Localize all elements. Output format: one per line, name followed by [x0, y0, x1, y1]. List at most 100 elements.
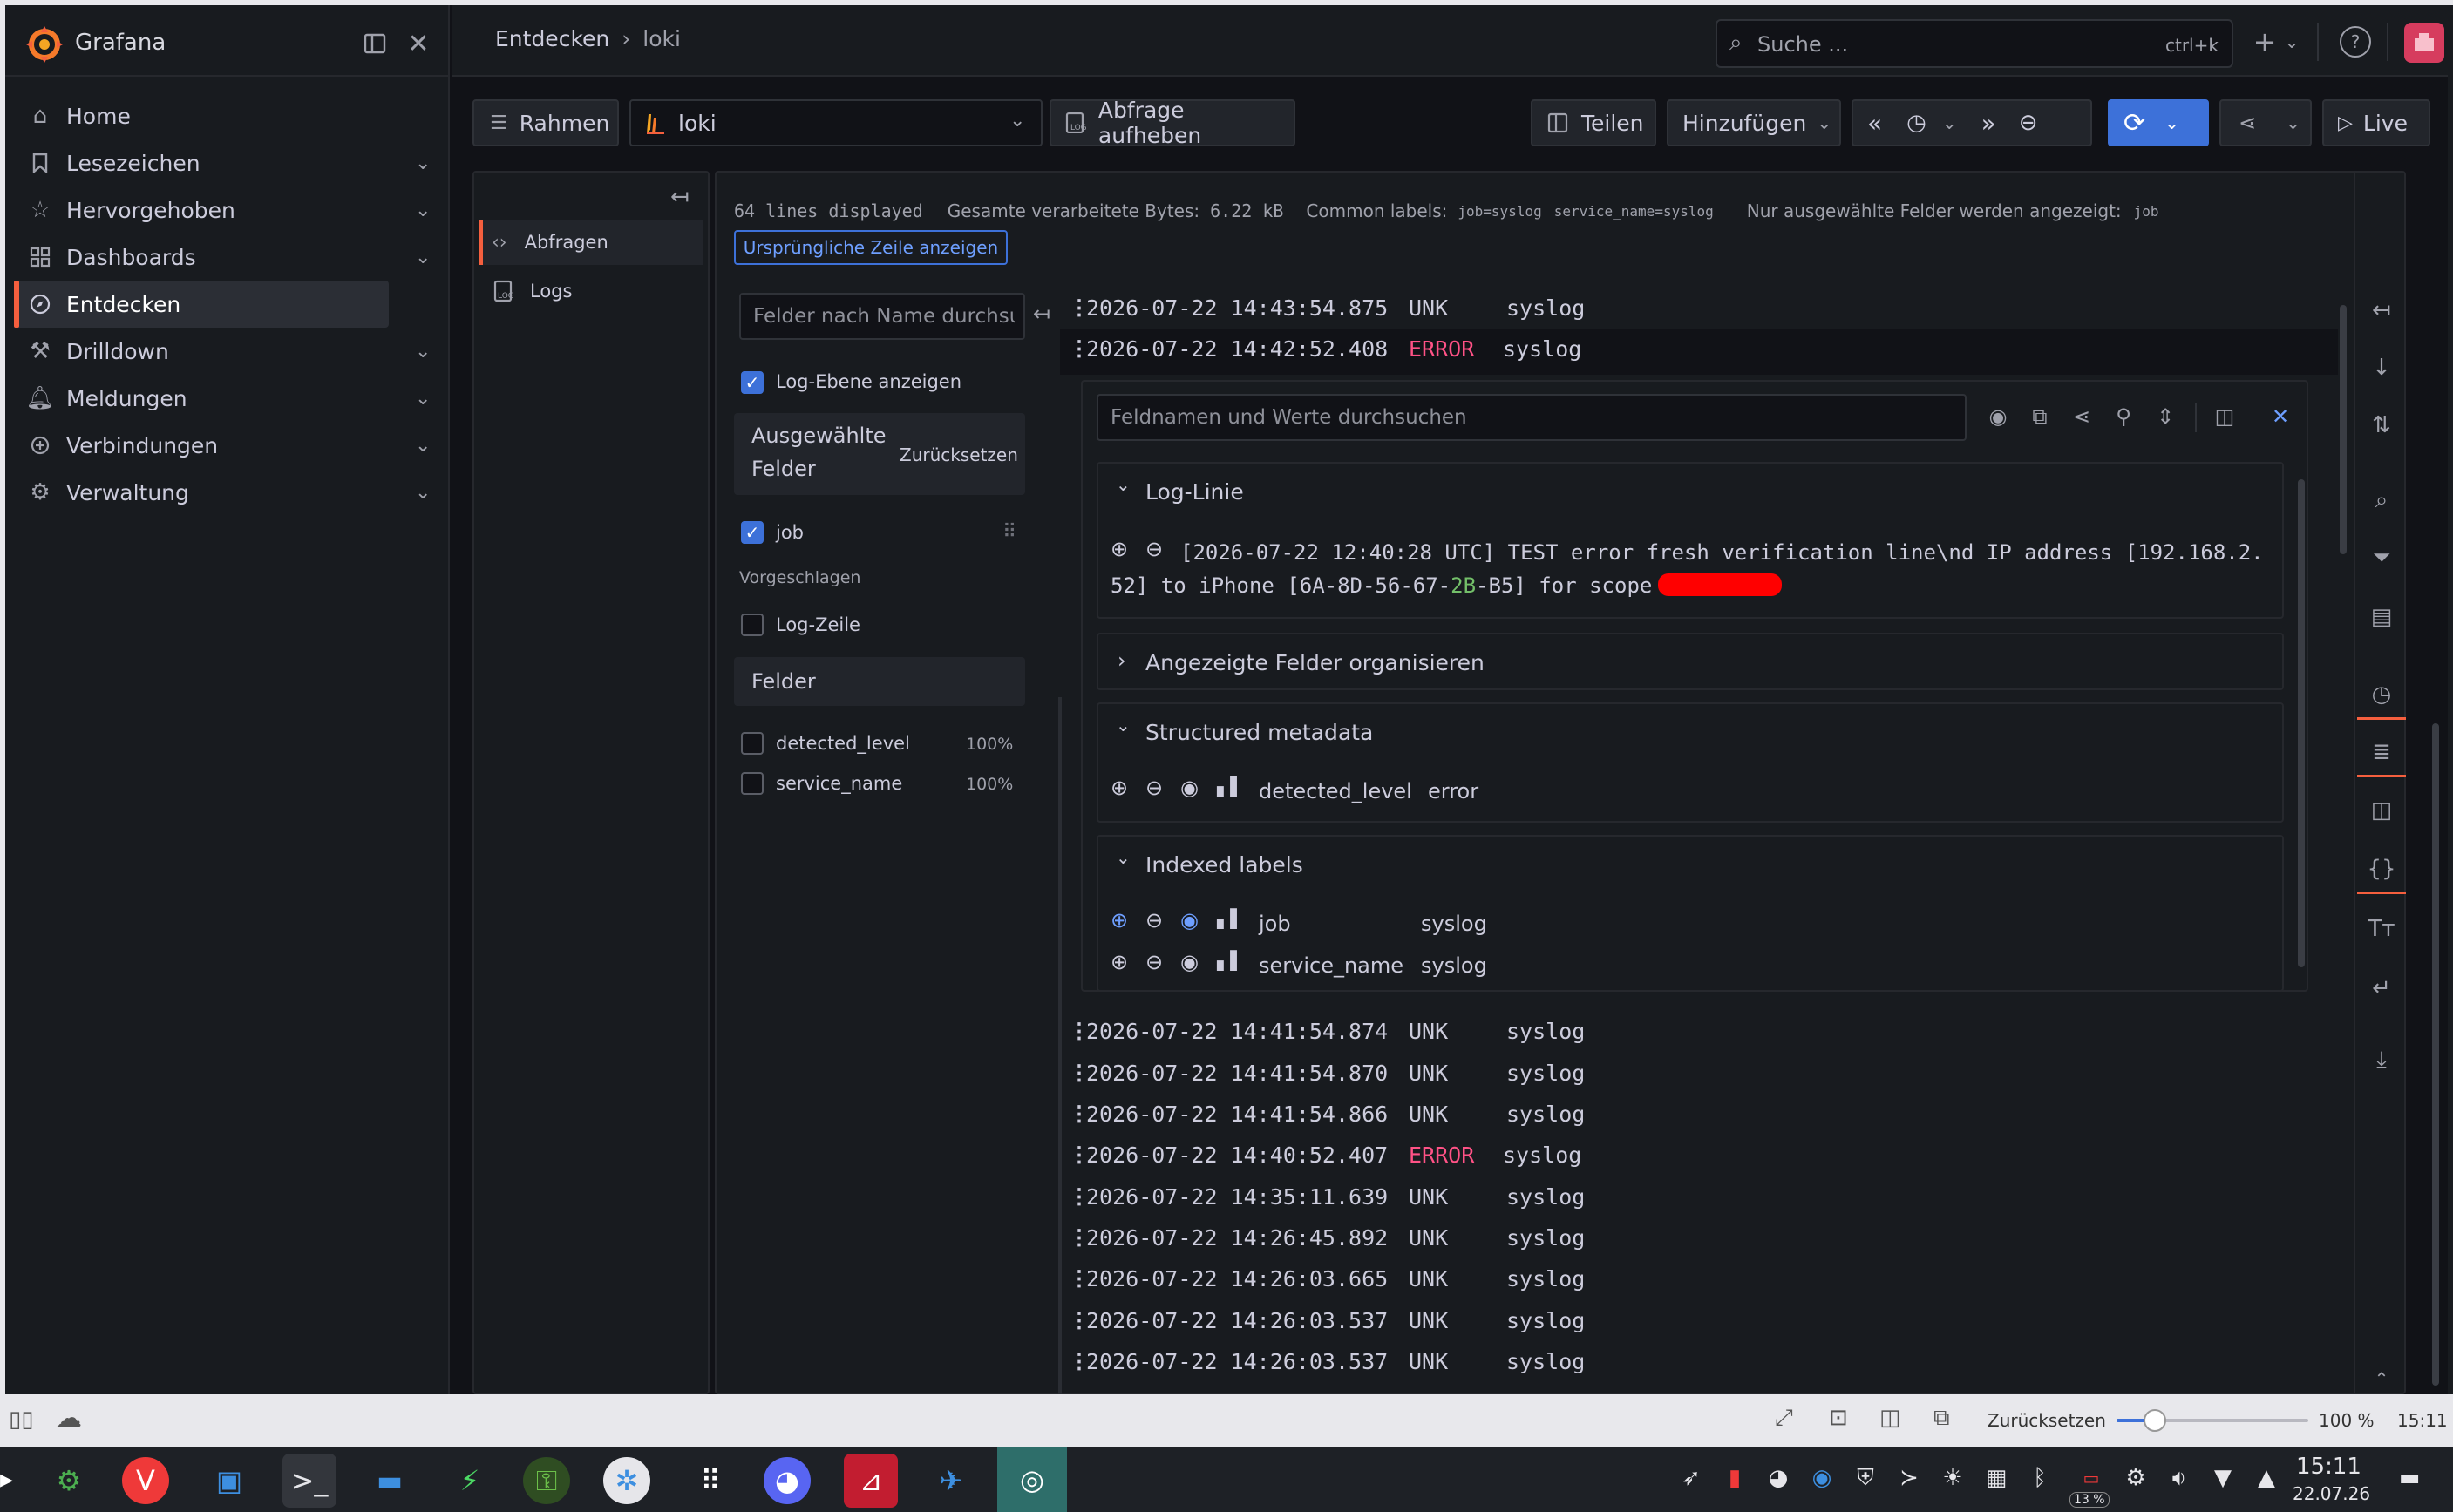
logs-icon[interactable]: ▤: [2357, 593, 2406, 641]
fullscreen-icon[interactable]: ⤢: [1775, 1405, 1793, 1432]
logs-scrollbar[interactable]: [2340, 305, 2347, 554]
grafana-logo-icon[interactable]: [24, 24, 65, 64]
field-search-input[interactable]: Felder nach Name durchsu: [739, 293, 1025, 340]
rocket-tray-icon[interactable]: ➶: [1675, 1462, 1707, 1494]
more-icon[interactable]: ⋮: [1069, 1142, 1090, 1167]
chevron-down-icon[interactable]: ⌄: [415, 341, 431, 363]
hinzufuegen-button[interactable]: Hinzufügen ⌄: [1667, 99, 1841, 146]
expand-collapse-icon[interactable]: ⇕: [2150, 401, 2181, 432]
sidebar-item-meldungen[interactable]: 🔔︎ Meldungen ⌄: [14, 375, 431, 422]
log-line[interactable]: ⋮ 2026-07-22 14:43:54.875 UNK syslog: [1069, 288, 1585, 328]
store-icon[interactable]: ▣: [202, 1454, 256, 1508]
tiling-icon[interactable]: ◫: [1879, 1405, 1901, 1431]
more-icon[interactable]: ⋮: [1069, 1102, 1090, 1126]
breadcrumb-item[interactable]: Entdecken: [495, 26, 609, 51]
datasource-select[interactable]: loki ⌄: [629, 99, 1043, 146]
filter-out-icon[interactable]: ⊖: [1145, 950, 1163, 974]
close-details-icon[interactable]: ✕: [2265, 401, 2296, 432]
sidebar-item-entdecken[interactable]: Entdecken: [14, 281, 389, 328]
chevron-down-icon[interactable]: ⌄: [415, 388, 431, 410]
app-launcher-icon[interactable]: ⚙: [42, 1454, 96, 1508]
structured-metadata-title[interactable]: Structured metadata: [1145, 720, 1373, 745]
vivaldi-icon[interactable]: V: [122, 1457, 169, 1504]
zoom-slider-knob[interactable]: [2144, 1409, 2166, 1432]
avatar[interactable]: [2404, 23, 2444, 63]
zoom-reset-button[interactable]: Zurücksetzen: [1988, 1410, 2106, 1431]
log-zeile-checkbox[interactable]: [741, 614, 764, 636]
log-line[interactable]: ⋮ 2026-07-22 14:41:54.874 UNK syslog: [1069, 1011, 1585, 1051]
filter-out-icon[interactable]: ⊖: [1145, 776, 1163, 800]
taskbar-clock-date[interactable]: 22.07.26: [2293, 1483, 2370, 1504]
chevron-down-icon[interactable]: ⌄: [2279, 24, 2305, 59]
refresh-button[interactable]: ⟳ ⌄: [2108, 99, 2209, 146]
help-icon[interactable]: ?: [2340, 26, 2371, 58]
stats-icon[interactable]: ▖▌: [1217, 776, 1244, 797]
json-icon[interactable]: {}: [2357, 845, 2406, 894]
thunderbird-tray-icon[interactable]: ◉: [1806, 1462, 1838, 1494]
sidebar-item-hervorgehoben[interactable]: ☆ Hervorgehoben ⌄: [14, 186, 431, 234]
more-icon[interactable]: ⋮: [1069, 295, 1090, 320]
show-log-level-checkbox[interactable]: ✓: [741, 371, 764, 394]
teilen-button[interactable]: Teilen: [1531, 99, 1656, 146]
toggle-field-icon[interactable]: ◉: [1180, 950, 1199, 974]
chevron-down-icon[interactable]: ⌄: [1116, 474, 1131, 495]
zoom-out-icon[interactable]: ⊖: [1145, 537, 1163, 561]
chevron-down-icon[interactable]: ⌄: [415, 247, 431, 268]
battery-tray-icon[interactable]: ▭: [2069, 1462, 2113, 1494]
live-button[interactable]: ▷ Live: [2322, 99, 2430, 146]
start-arrow-icon[interactable]: ▸: [0, 1464, 13, 1495]
dock-menu-icon[interactable]: [357, 26, 392, 61]
collapse-rail-icon[interactable]: ↤: [2357, 286, 2406, 335]
rahmen-button[interactable]: ☰ Rahmen: [472, 99, 619, 146]
files-icon[interactable]: ▬: [363, 1454, 417, 1508]
chevron-down-icon[interactable]: ⌄: [415, 435, 431, 457]
stats-icon[interactable]: ▖▌: [1217, 950, 1244, 971]
taskbar-clock-time[interactable]: 15:11: [2296, 1454, 2361, 1480]
query-pane-item-logs[interactable]: LOG Logs: [479, 268, 703, 314]
pdf-icon[interactable]: ⊿: [844, 1454, 898, 1508]
show-desktop-icon[interactable]: ▬: [2394, 1462, 2425, 1494]
pdf-tray-icon[interactable]: ▮: [1719, 1462, 1750, 1494]
columns-icon[interactable]: ◫: [2357, 786, 2406, 835]
keepassxc-icon[interactable]: ⚿: [523, 1457, 570, 1504]
more-icon[interactable]: ⋮: [1069, 336, 1090, 361]
zoom-slider[interactable]: [2117, 1409, 2308, 1432]
stats-icon[interactable]: ▖▌: [1217, 908, 1244, 929]
sidebar-item-drilldown[interactable]: ⚒ Drilldown ⌄: [14, 328, 431, 375]
cloud-icon[interactable]: ☁: [56, 1403, 82, 1434]
close-menu-icon[interactable]: ✕: [401, 26, 436, 61]
sidebar-item-verbindungen[interactable]: Verbindungen ⌄: [14, 422, 431, 469]
scroll-bottom-icon[interactable]: ↓: [2357, 343, 2406, 392]
fields-resize-handle[interactable]: [1058, 697, 1062, 1394]
timestamp-icon[interactable]: ◷: [2357, 671, 2406, 720]
details-scrollbar[interactable]: [2298, 479, 2305, 967]
sidebar-item-home[interactable]: ⌂ Home: [14, 92, 389, 139]
search-input[interactable]: ⌕ Suche ... ctrl+k: [1716, 19, 2233, 68]
search-icon[interactable]: ⌕: [2357, 476, 2406, 525]
sidebar-view-icon[interactable]: ◫: [2209, 401, 2240, 432]
more-icon[interactable]: ⋮: [1069, 1266, 1090, 1291]
copy-icon[interactable]: ⧉: [2024, 401, 2055, 432]
log-line-selected[interactable]: ⋮ 2026-07-22 14:42:52.408 ERROR syslog: [1069, 329, 1581, 369]
expand-tray-icon[interactable]: ▲: [2251, 1462, 2282, 1494]
page-scrollbar[interactable]: [2432, 723, 2439, 1386]
pin-icon[interactable]: ⚲: [2108, 401, 2139, 432]
more-icon[interactable]: ⋮: [1069, 1349, 1090, 1373]
spark-icon[interactable]: ⚡: [443, 1454, 497, 1508]
image-toggle-icon[interactable]: ⧉: [1933, 1405, 1950, 1432]
bluetooth-tray-icon[interactable]: ᛒ: [2024, 1462, 2055, 1494]
log-line[interactable]: ⋮ 2026-07-22 14:41:54.866 UNK syslog: [1069, 1094, 1585, 1134]
log-line[interactable]: ⋮ 2026-07-22 14:26:03.537 UNK syslog: [1069, 1300, 1585, 1340]
abfrage-aufheben-button[interactable]: LOG Abfrage aufheben: [1050, 98, 1295, 148]
details-search-input[interactable]: Feldnamen und Werte durchsuchen: [1097, 394, 1967, 441]
sidebar-item-verwaltung[interactable]: ⚙ Verwaltung ⌄: [14, 469, 431, 516]
shift-back-icon[interactable]: «: [1867, 109, 1882, 138]
log-line[interactable]: ⋮ 2026-07-22 14:26:03.537 UNK syslog: [1069, 1341, 1585, 1381]
shift-forward-icon[interactable]: »: [1981, 109, 1996, 138]
settings-tray-icon[interactable]: ⚙: [2120, 1462, 2151, 1494]
sidebar-item-dashboards[interactable]: Dashboards ⌄: [14, 234, 431, 281]
dots-app-icon[interactable]: ⠿: [683, 1454, 737, 1508]
toggle-field-icon[interactable]: ◉: [1180, 776, 1199, 800]
chevron-down-icon[interactable]: ⌄: [415, 200, 431, 221]
filter-for-icon[interactable]: ⊕: [1111, 776, 1128, 800]
